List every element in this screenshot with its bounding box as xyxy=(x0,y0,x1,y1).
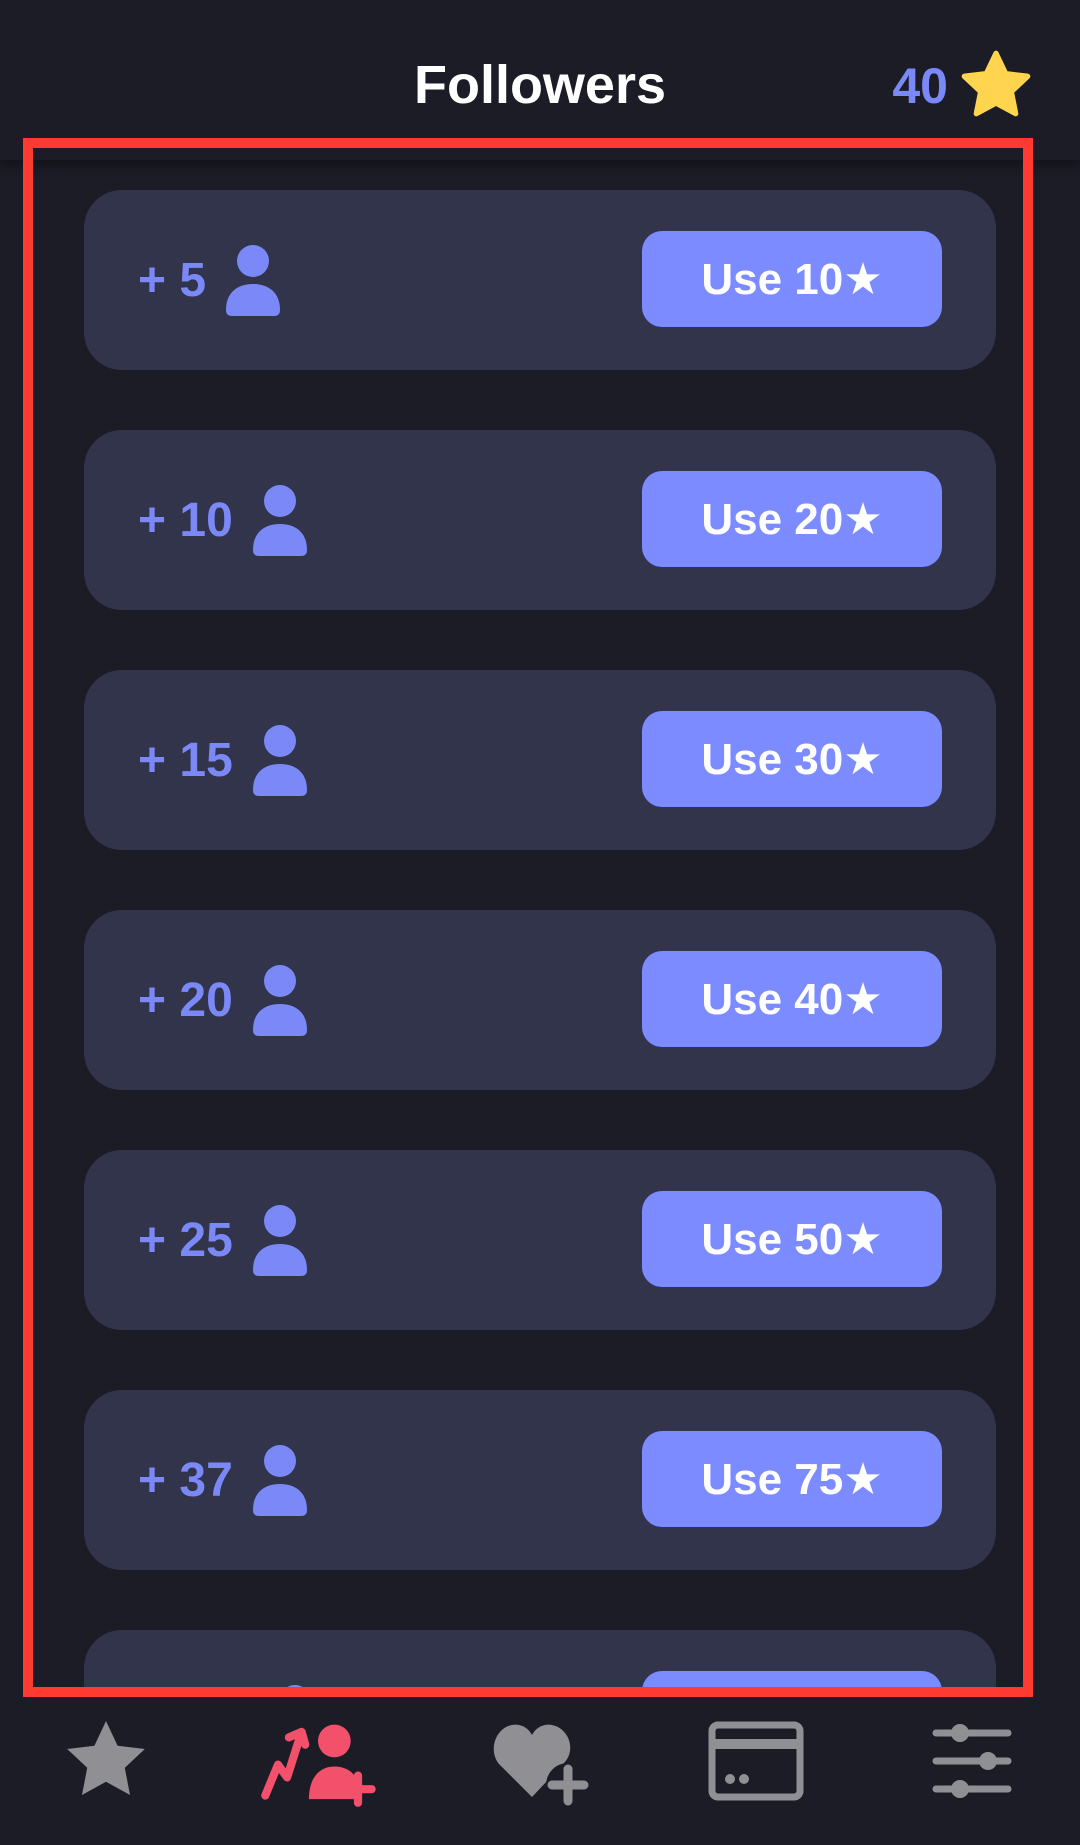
offers-list[interactable]: + 5 Use 10★ + 10 Use 20★ + 15 Use 30★ + … xyxy=(0,160,1080,1690)
person-icon xyxy=(252,965,307,1036)
card-icon xyxy=(708,1721,804,1801)
nav-item-settings[interactable] xyxy=(912,1711,1032,1811)
offer-card: + 5 Use 10★ xyxy=(84,190,996,370)
star-balance-value: 40 xyxy=(892,58,948,114)
nav-item-stars[interactable] xyxy=(46,1711,166,1811)
offer-amount: + 10 xyxy=(138,430,309,610)
nav-item-likes[interactable] xyxy=(482,1711,602,1811)
heart-plus-icon xyxy=(493,1724,590,1807)
nav-item-followers[interactable] xyxy=(258,1711,378,1811)
use-stars-button[interactable]: Use 50★ xyxy=(642,1191,942,1287)
star-icon xyxy=(67,1721,145,1795)
offer-amount: + 20 xyxy=(138,910,309,1090)
bottom-nav xyxy=(0,1697,1080,1845)
offer-card: + 15 Use 30★ xyxy=(84,670,996,850)
offer-amount xyxy=(138,1630,324,1690)
person-icon xyxy=(226,245,281,316)
offer-card xyxy=(84,1630,996,1690)
use-stars-button[interactable]: Use 40★ xyxy=(642,951,942,1047)
use-stars-button[interactable]: Use 30★ xyxy=(642,711,942,807)
offer-amount-text: + 5 xyxy=(138,253,207,307)
offer-amount-text: + 20 xyxy=(138,973,233,1027)
sliders-icon xyxy=(932,1724,1012,1798)
star-icon xyxy=(961,50,1031,117)
person-icon xyxy=(252,1205,307,1276)
offer-card: + 25 Use 50★ xyxy=(84,1150,996,1330)
offer-card: + 37 Use 75★ xyxy=(84,1390,996,1570)
offer-amount: + 15 xyxy=(138,670,309,850)
use-stars-button[interactable]: Use 20★ xyxy=(642,471,942,567)
offer-amount-text: + 15 xyxy=(138,733,233,787)
offer-amount-text: + 10 xyxy=(138,493,233,547)
star-balance: 40 xyxy=(892,46,1036,126)
followers-growth-icon xyxy=(261,1724,376,1807)
use-stars-button[interactable]: Use 75★ xyxy=(642,1431,942,1527)
use-stars-button[interactable] xyxy=(642,1671,942,1690)
person-icon xyxy=(252,485,307,556)
nav-item-purchase[interactable] xyxy=(696,1711,816,1811)
person-icon xyxy=(252,1445,307,1516)
offer-card: + 20 Use 40★ xyxy=(84,910,996,1090)
use-stars-button[interactable]: Use 10★ xyxy=(642,231,942,327)
offer-amount: + 37 xyxy=(138,1390,309,1570)
offer-amount-text: + 25 xyxy=(138,1213,233,1267)
header: Followers 40 xyxy=(0,0,1080,160)
offer-amount-text: + 37 xyxy=(138,1453,233,1507)
offer-amount: + 5 xyxy=(138,190,282,370)
offer-card: + 10 Use 20★ xyxy=(84,430,996,610)
person-icon xyxy=(252,725,307,796)
offer-amount: + 25 xyxy=(138,1150,309,1330)
person-icon xyxy=(283,1685,307,1690)
